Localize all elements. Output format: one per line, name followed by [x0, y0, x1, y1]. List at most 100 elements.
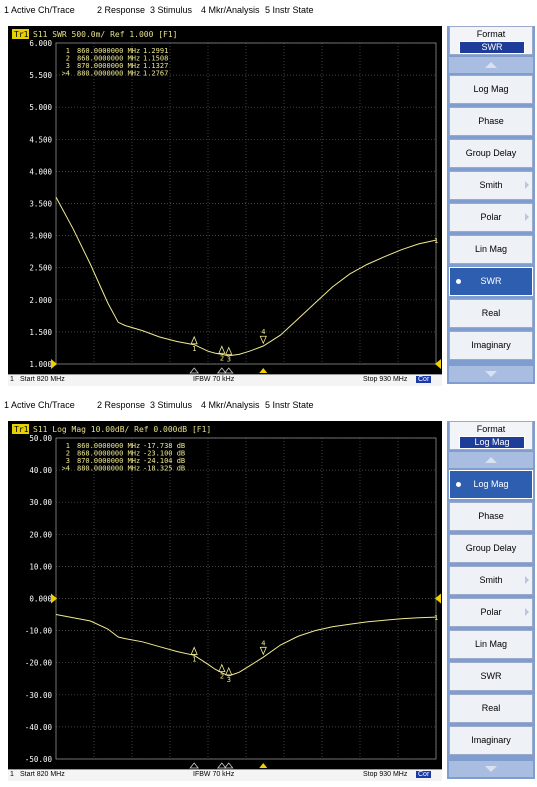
menu-response[interactable]: 2 Response [97, 5, 145, 15]
format-title: Format [476, 424, 506, 434]
down-arrow-icon [485, 371, 497, 377]
status-bar: 1 Start 820 MHz IFBW 70 kHz Stop 930 MHz… [8, 769, 442, 781]
marker-axis-indicator [189, 367, 200, 374]
y-tick-label: 50.00 [29, 434, 52, 443]
marker-label: 4 [261, 328, 265, 336]
submenu-arrow-icon [525, 608, 529, 616]
softkey-label: SWR [480, 671, 502, 681]
softkey-swr[interactable]: SWR [449, 662, 533, 691]
menu-mkr-analysis[interactable]: 4 Mkr/Analysis [201, 5, 260, 15]
softkey-label: Real [481, 308, 501, 318]
trace-tag-label: Tr1 [14, 425, 29, 434]
softkey-real[interactable]: Real [449, 299, 533, 328]
softkey-label: Log Mag [473, 479, 509, 489]
y-tick-label: 4.500 [29, 135, 52, 144]
correction-badge: Cor [416, 771, 432, 778]
marker-triangle [190, 335, 198, 345]
marker-label: 3 [227, 676, 231, 684]
softkey-label: Smith [479, 180, 503, 190]
submenu-arrow-icon [525, 576, 529, 584]
trace-tag-label: Tr1 [14, 30, 29, 39]
trace-header: S11 SWR 500.0m/ Ref 1.000 [F1] [33, 30, 178, 39]
softkey-polar[interactable]: Polar [449, 598, 533, 627]
marker-value: 1.2767 [143, 70, 168, 78]
softkey-label: Phase [478, 116, 504, 126]
menu-mkr-analysis[interactable]: 4 Mkr/Analysis [201, 400, 260, 410]
marker-axis-indicator [223, 367, 234, 374]
softkey-real[interactable]: Real [449, 694, 533, 723]
softkey-label: Smith [479, 575, 503, 585]
softkey-lin-mag[interactable]: Lin Mag [449, 235, 533, 264]
trace-plot[interactable]: Tr1 S11 Log Mag 10.00dB/ Ref 0.000dB [F1]… [8, 421, 442, 769]
up-arrow-icon [485, 457, 497, 463]
status-channel: 1 [10, 376, 14, 383]
marker-triangle [259, 335, 267, 345]
up-arrow-icon [485, 62, 497, 68]
scroll-up-button[interactable] [449, 57, 533, 73]
y-tick-label: -30.00 [25, 691, 53, 700]
softkey-label: Group Delay [465, 543, 517, 553]
marker-value: -18.325 dB [143, 465, 185, 473]
active-marker-axis-indicator [259, 368, 268, 373]
y-tick-label: 10.00 [29, 562, 52, 571]
trace-end-label: 1 [434, 614, 438, 622]
y-tick-label: -40.00 [25, 723, 53, 732]
scroll-up-button[interactable] [449, 452, 533, 468]
stop-frequency: Stop 930 MHz [363, 376, 408, 383]
scroll-down-button[interactable] [449, 761, 533, 777]
menu-response[interactable]: 2 Response [97, 400, 145, 410]
format-menu-header: Format Log Mag [449, 421, 533, 450]
menu-stimulus[interactable]: 3 Stimulus [150, 400, 192, 410]
softkey-lin-mag[interactable]: Lin Mag [449, 630, 533, 659]
softkey-group-delay[interactable]: Group Delay [449, 139, 533, 168]
marker-axis-indicator [189, 762, 200, 769]
marker-label: 2 [220, 354, 224, 362]
y-tick-label: 2.000 [29, 296, 52, 305]
marker-triangle [190, 646, 198, 655]
stop-frequency: Stop 930 MHz [363, 771, 408, 778]
softkey-smith[interactable]: Smith [449, 171, 533, 200]
softkey-imaginary[interactable]: Imaginary [449, 331, 533, 360]
softkey-log-mag[interactable]: Log Mag [449, 75, 533, 104]
menu-stimulus[interactable]: 3 Stimulus [150, 5, 192, 15]
marker-frequency: 880.0000000 MHz [77, 465, 140, 473]
softkey-polar[interactable]: Polar [449, 203, 533, 232]
start-frequency: Start 820 MHz [20, 771, 65, 778]
softkey-swr[interactable]: SWR [449, 267, 533, 296]
softkey-group-delay[interactable]: Group Delay [449, 534, 533, 563]
y-tick-label: 30.00 [29, 498, 52, 507]
softkey-label: Lin Mag [474, 639, 508, 649]
status-bar: 1 Start 820 MHz IFBW 70 kHz Stop 930 MHz… [8, 374, 442, 386]
softkey-label: Real [481, 703, 501, 713]
y-tick-label: 20.00 [29, 530, 52, 539]
softkey-label: Polar [480, 607, 502, 617]
marker-id: >4 [62, 70, 70, 78]
menu-instr-state[interactable]: 5 Instr State [265, 400, 314, 410]
menu-bar: 1 Active Ch/Trace 2 Response 3 Stimulus … [0, 0, 537, 22]
y-tick-label: -20.00 [25, 659, 53, 668]
y-tick-label: 3.500 [29, 200, 52, 209]
softkey-imaginary[interactable]: Imaginary [449, 726, 533, 755]
ifbw-readout: IFBW 70 kHz [193, 376, 235, 383]
y-tick-label: 1.500 [29, 328, 52, 337]
format-value: Log Mag [459, 436, 525, 449]
softkey-phase[interactable]: Phase [449, 502, 533, 531]
softkey-panel: Format Log Mag Log Mag Phase Group Delay Sm… [447, 421, 535, 779]
scroll-down-button[interactable] [449, 366, 533, 382]
marker-triangle [225, 666, 233, 676]
trace-plot[interactable]: Tr1 S11 SWR 500.0m/ Ref 1.000 [F1] 6.000 5.… [8, 26, 442, 374]
softkey-log-mag[interactable]: Log Mag [449, 470, 533, 499]
y-tick-label: -10.00 [25, 627, 53, 636]
y-tick-label: 0.000 [29, 595, 52, 604]
menu-active-ch-trace[interactable]: 1 Active Ch/Trace [4, 5, 75, 15]
trace-chart: Tr1 S11 SWR 500.0m/ Ref 1.000 [F1]6.000 5.… [12, 29, 441, 374]
softkey-phase[interactable]: Phase [449, 107, 533, 136]
menu-active-ch-trace[interactable]: 1 Active Ch/Trace [4, 400, 75, 410]
format-title: Format [476, 29, 506, 39]
submenu-arrow-icon [525, 213, 529, 221]
menu-instr-state[interactable]: 5 Instr State [265, 5, 314, 15]
format-menu-header: Format SWR [449, 26, 533, 55]
softkey-panel: Format SWR Log Mag Phase Group Delay Smith P… [447, 26, 535, 384]
softkey-smith[interactable]: Smith [449, 566, 533, 595]
trace-header: S11 Log Mag 10.00dB/ Ref 0.000dB [F1] [33, 425, 211, 434]
